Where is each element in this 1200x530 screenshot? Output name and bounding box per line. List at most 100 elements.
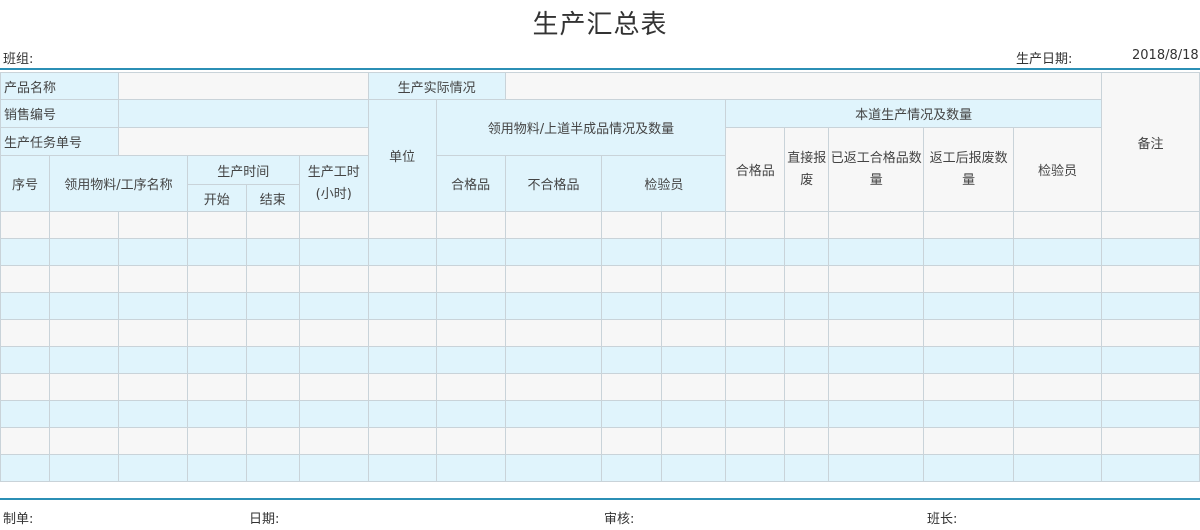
table-cell[interactable]	[1013, 373, 1102, 401]
table-cell[interactable]	[186, 319, 247, 347]
table-cell[interactable]	[1013, 346, 1102, 374]
table-cell[interactable]	[504, 427, 603, 455]
table-cell[interactable]	[0, 427, 50, 455]
table-cell[interactable]	[367, 373, 437, 401]
table-cell[interactable]	[504, 265, 603, 293]
table-cell[interactable]	[661, 211, 727, 239]
table-cell[interactable]	[117, 211, 188, 239]
table-cell[interactable]	[661, 238, 727, 266]
table-cell[interactable]	[48, 292, 119, 320]
table-cell[interactable]	[1101, 454, 1200, 482]
table-cell[interactable]	[367, 454, 437, 482]
table-cell[interactable]	[923, 238, 1015, 266]
product-name-value[interactable]	[117, 72, 369, 100]
table-cell[interactable]	[828, 319, 925, 347]
table-cell[interactable]	[48, 211, 119, 239]
table-cell[interactable]	[601, 292, 663, 320]
table-cell[interactable]	[601, 319, 663, 347]
table-cell[interactable]	[117, 319, 188, 347]
table-cell[interactable]	[1013, 265, 1102, 293]
table-cell[interactable]	[923, 292, 1015, 320]
table-cell[interactable]	[1101, 373, 1200, 401]
table-cell[interactable]	[117, 292, 188, 320]
table-cell[interactable]	[784, 265, 830, 293]
table-cell[interactable]	[117, 346, 188, 374]
table-cell[interactable]	[186, 265, 247, 293]
table-cell[interactable]	[186, 400, 247, 428]
table-cell[interactable]	[245, 454, 300, 482]
table-cell[interactable]	[0, 373, 50, 401]
table-cell[interactable]	[601, 265, 663, 293]
table-cell[interactable]	[1101, 211, 1200, 239]
table-cell[interactable]	[923, 427, 1015, 455]
table-cell[interactable]	[298, 292, 369, 320]
table-cell[interactable]	[298, 238, 369, 266]
table-cell[interactable]	[1013, 427, 1102, 455]
table-cell[interactable]	[117, 373, 188, 401]
table-cell[interactable]	[601, 454, 663, 482]
table-cell[interactable]	[245, 427, 300, 455]
table-cell[interactable]	[117, 454, 188, 482]
table-cell[interactable]	[0, 238, 50, 266]
table-cell[interactable]	[601, 346, 663, 374]
table-cell[interactable]	[725, 238, 786, 266]
table-cell[interactable]	[367, 400, 437, 428]
table-cell[interactable]	[186, 346, 247, 374]
table-cell[interactable]	[186, 211, 247, 239]
table-cell[interactable]	[0, 346, 50, 374]
table-cell[interactable]	[48, 319, 119, 347]
table-cell[interactable]	[435, 238, 506, 266]
table-cell[interactable]	[186, 454, 247, 482]
table-cell[interactable]	[504, 211, 603, 239]
table-cell[interactable]	[245, 292, 300, 320]
table-cell[interactable]	[0, 454, 50, 482]
table-cell[interactable]	[504, 373, 603, 401]
table-cell[interactable]	[784, 211, 830, 239]
table-cell[interactable]	[725, 454, 786, 482]
table-cell[interactable]	[0, 265, 50, 293]
table-cell[interactable]	[1101, 265, 1200, 293]
table-cell[interactable]	[784, 346, 830, 374]
table-cell[interactable]	[1013, 238, 1102, 266]
table-cell[interactable]	[245, 238, 300, 266]
table-cell[interactable]	[48, 427, 119, 455]
table-cell[interactable]	[661, 265, 727, 293]
table-cell[interactable]	[784, 427, 830, 455]
table-cell[interactable]	[245, 265, 300, 293]
table-cell[interactable]	[661, 373, 727, 401]
table-cell[interactable]	[245, 319, 300, 347]
table-cell[interactable]	[245, 346, 300, 374]
table-cell[interactable]	[48, 454, 119, 482]
table-cell[interactable]	[1013, 454, 1102, 482]
table-cell[interactable]	[367, 427, 437, 455]
table-cell[interactable]	[298, 427, 369, 455]
table-cell[interactable]	[435, 211, 506, 239]
table-cell[interactable]	[1101, 238, 1200, 266]
table-cell[interactable]	[661, 400, 727, 428]
table-cell[interactable]	[923, 346, 1015, 374]
table-cell[interactable]	[601, 400, 663, 428]
table-cell[interactable]	[186, 292, 247, 320]
table-cell[interactable]	[1101, 346, 1200, 374]
actual-production-value[interactable]	[504, 72, 1103, 100]
task-number-value[interactable]	[117, 127, 369, 156]
table-cell[interactable]	[661, 292, 727, 320]
table-cell[interactable]	[784, 292, 830, 320]
table-cell[interactable]	[725, 400, 786, 428]
table-cell[interactable]	[725, 292, 786, 320]
table-cell[interactable]	[923, 265, 1015, 293]
table-cell[interactable]	[828, 292, 925, 320]
table-cell[interactable]	[48, 400, 119, 428]
table-cell[interactable]	[298, 319, 369, 347]
table-cell[interactable]	[48, 373, 119, 401]
table-cell[interactable]	[367, 238, 437, 266]
table-cell[interactable]	[828, 238, 925, 266]
table-cell[interactable]	[435, 454, 506, 482]
table-cell[interactable]	[298, 265, 369, 293]
table-cell[interactable]	[828, 373, 925, 401]
sales-number-value[interactable]	[117, 99, 369, 128]
table-cell[interactable]	[298, 211, 369, 239]
table-cell[interactable]	[923, 373, 1015, 401]
table-cell[interactable]	[601, 373, 663, 401]
table-cell[interactable]	[435, 400, 506, 428]
